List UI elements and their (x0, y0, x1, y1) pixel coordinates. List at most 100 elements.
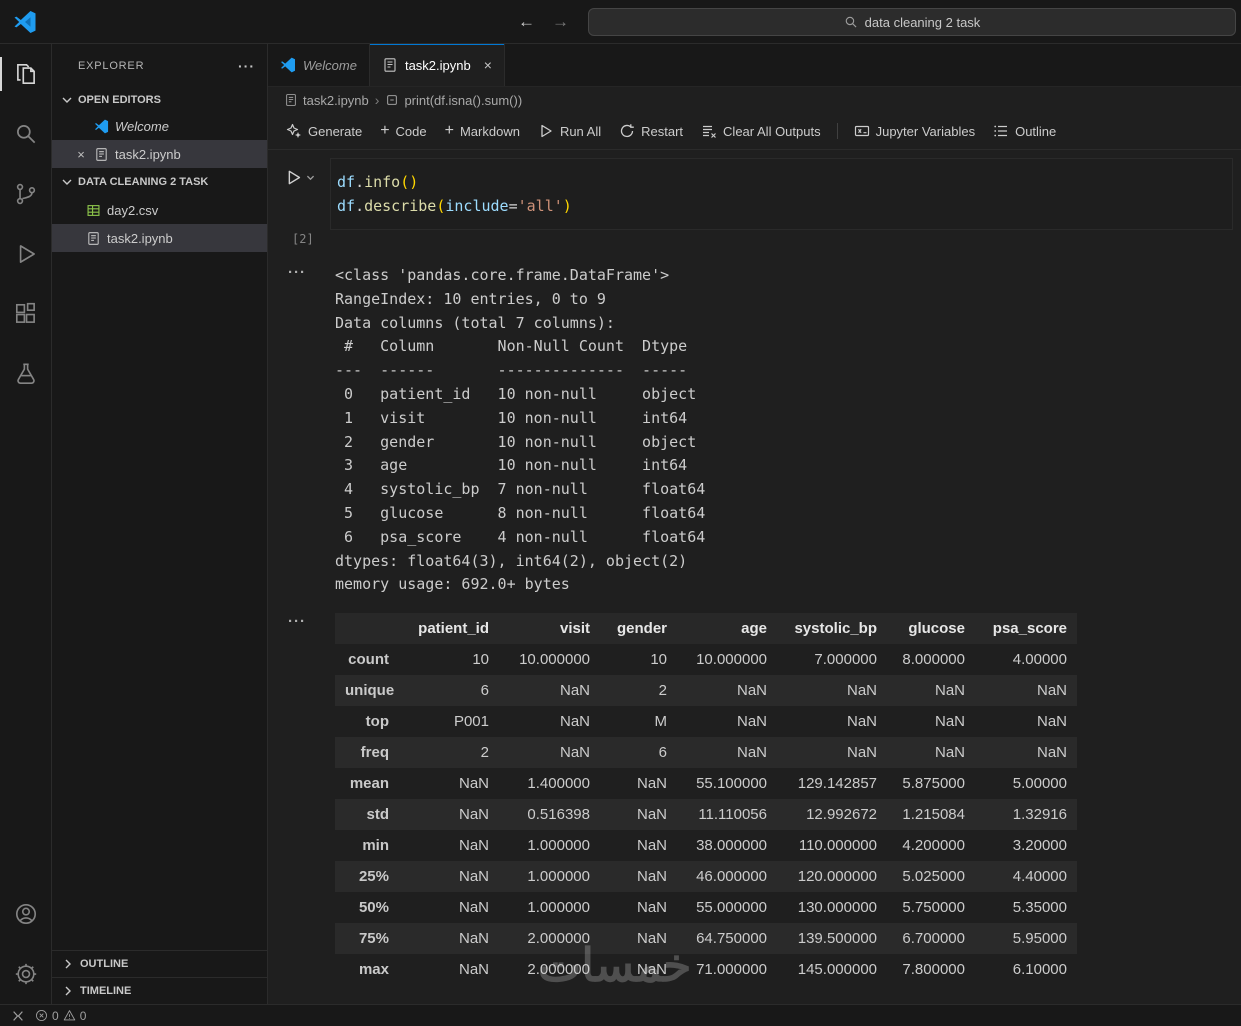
row-label: 50% (335, 892, 399, 923)
table-cell: 55.100000 (677, 768, 777, 799)
table-cell: NaN (600, 923, 677, 954)
run-debug-icon[interactable] (0, 224, 51, 284)
table-cell: NaN (499, 706, 600, 737)
restart-icon (619, 123, 635, 139)
command-center-search[interactable]: data cleaning 2 task (588, 8, 1236, 36)
notebook-file-icon (94, 147, 109, 162)
close-editor-icon[interactable]: × (74, 147, 88, 162)
table-cell: 6.700000 (887, 923, 975, 954)
table-row: minNaN1.000000NaN38.000000110.0000004.20… (335, 830, 1077, 861)
timeline-pane-header[interactable]: TIMELINE (52, 977, 267, 1004)
clear-all-outputs-label: Clear All Outputs (723, 124, 821, 139)
table-cell: NaN (399, 861, 499, 892)
activity-bar (0, 44, 52, 1004)
tab-close-icon[interactable]: × (484, 57, 492, 73)
vscode-window: ← → data cleaning 2 task (0, 0, 1241, 1026)
editor-group: Welcome task2.ipynb × task2.ipynb › prin… (268, 44, 1241, 1004)
csv-file-icon (86, 203, 101, 218)
open-editors-header[interactable]: OPEN EDITORS (52, 88, 267, 112)
table-cell: NaN (399, 830, 499, 861)
sparkle-icon (286, 123, 302, 139)
run-cell-button[interactable] (268, 158, 316, 187)
remote-indicator-icon[interactable] (6, 1005, 30, 1026)
breadcrumb-symbol-label: print(df.isna().sum()) (404, 93, 522, 108)
testing-icon[interactable] (0, 344, 51, 404)
run-cell-icon (284, 168, 303, 187)
table-row: topP001NaNMNaNNaNNaNNaN (335, 706, 1077, 737)
table-cell: NaN (600, 954, 677, 985)
execution-count: [2] (292, 232, 1241, 248)
tab-task2-ipynb[interactable]: task2.ipynb × (370, 44, 505, 86)
tab-welcome[interactable]: Welcome (268, 44, 370, 86)
account-icon[interactable] (0, 884, 51, 944)
run-all-button[interactable]: Run All (530, 119, 609, 143)
settings-gear-icon[interactable] (0, 944, 51, 1004)
generate-label: Generate (308, 124, 362, 139)
open-editor-welcome[interactable]: Welcome (52, 112, 267, 140)
file-item-task2-ipynb[interactable]: task2.ipynb (52, 224, 267, 252)
table-cell: NaN (975, 675, 1077, 706)
table-cell: 5.00000 (975, 768, 1077, 799)
toolbar-separator (837, 123, 838, 139)
column-header: gender (600, 613, 677, 644)
explorer-icon[interactable] (0, 44, 51, 104)
table-row: unique6NaN2NaNNaNNaNNaN (335, 675, 1077, 706)
outline-button[interactable]: Outline (985, 119, 1064, 143)
table-cell: NaN (887, 675, 975, 706)
column-header: systolic_bp (777, 613, 887, 644)
file-item-day2-csv[interactable]: day2.csv (52, 196, 267, 224)
open-editors-label: OPEN EDITORS (78, 94, 161, 106)
table-cell: 2.000000 (499, 923, 600, 954)
notebook-file-icon (284, 93, 298, 107)
row-label: count (335, 644, 399, 675)
open-editor-task2[interactable]: × task2.ipynb (52, 140, 267, 168)
breadcrumb-cell-symbol[interactable]: print(df.isna().sum()) (385, 93, 522, 108)
extensions-icon[interactable] (0, 284, 51, 344)
table-cell: NaN (399, 892, 499, 923)
table-cell: NaN (887, 737, 975, 768)
output-options-icon[interactable]: ··· (288, 615, 306, 629)
file-item-label: task2.ipynb (107, 231, 173, 246)
outline-label: Outline (1015, 124, 1056, 139)
run-all-icon (538, 123, 554, 139)
row-label: freq (335, 737, 399, 768)
dataframe-table: patient_idvisitgenderagesystolic_bpgluco… (335, 613, 1077, 985)
table-cell: 139.500000 (777, 923, 887, 954)
source-control-icon[interactable] (0, 164, 51, 224)
row-label: 75% (335, 923, 399, 954)
plus-icon: + (445, 122, 454, 140)
generate-button[interactable]: Generate (278, 119, 370, 143)
restart-button[interactable]: Restart (611, 119, 691, 143)
table-cell: 0.516398 (499, 799, 600, 830)
forward-icon[interactable]: → (552, 12, 569, 32)
cell-code-editor[interactable]: df.info()df.describe(include='all') (330, 158, 1233, 230)
open-editor-label: Welcome (115, 119, 169, 134)
chevron-right-icon (60, 956, 76, 972)
clear-all-outputs-button[interactable]: Clear All Outputs (693, 119, 829, 143)
table-cell: NaN (777, 737, 887, 768)
warning-count: 0 (80, 1009, 87, 1023)
problems-indicator[interactable]: 0 0 (30, 1005, 91, 1026)
back-icon[interactable]: ← (518, 12, 535, 32)
table-row: 50%NaN1.000000NaN55.000000130.0000005.75… (335, 892, 1077, 923)
chevron-down-icon (59, 92, 75, 108)
output-options-icon[interactable]: ··· (288, 266, 306, 280)
add-code-cell-button[interactable]: + Code (372, 118, 434, 144)
table-cell: NaN (499, 675, 600, 706)
workspace-folder-header[interactable]: DATA CLEANING 2 TASK (52, 168, 267, 196)
table-cell: NaN (777, 675, 887, 706)
search-icon (844, 15, 858, 29)
add-markdown-cell-button[interactable]: + Markdown (437, 118, 528, 144)
variables-icon (854, 123, 870, 139)
sidebar-more-actions-icon[interactable]: ··· (238, 58, 255, 74)
jupyter-variables-button[interactable]: Jupyter Variables (846, 119, 983, 143)
breadcrumb-file-label: task2.ipynb (303, 93, 369, 108)
table-cell: NaN (600, 861, 677, 892)
table-cell: 55.000000 (677, 892, 777, 923)
table-cell: NaN (975, 737, 1077, 768)
outline-pane-header[interactable]: OUTLINE (52, 950, 267, 977)
breadcrumb-file[interactable]: task2.ipynb (284, 93, 369, 108)
search-view-icon[interactable] (0, 104, 51, 164)
table-cell: 5.35000 (975, 892, 1077, 923)
table-cell: 12.992672 (777, 799, 887, 830)
